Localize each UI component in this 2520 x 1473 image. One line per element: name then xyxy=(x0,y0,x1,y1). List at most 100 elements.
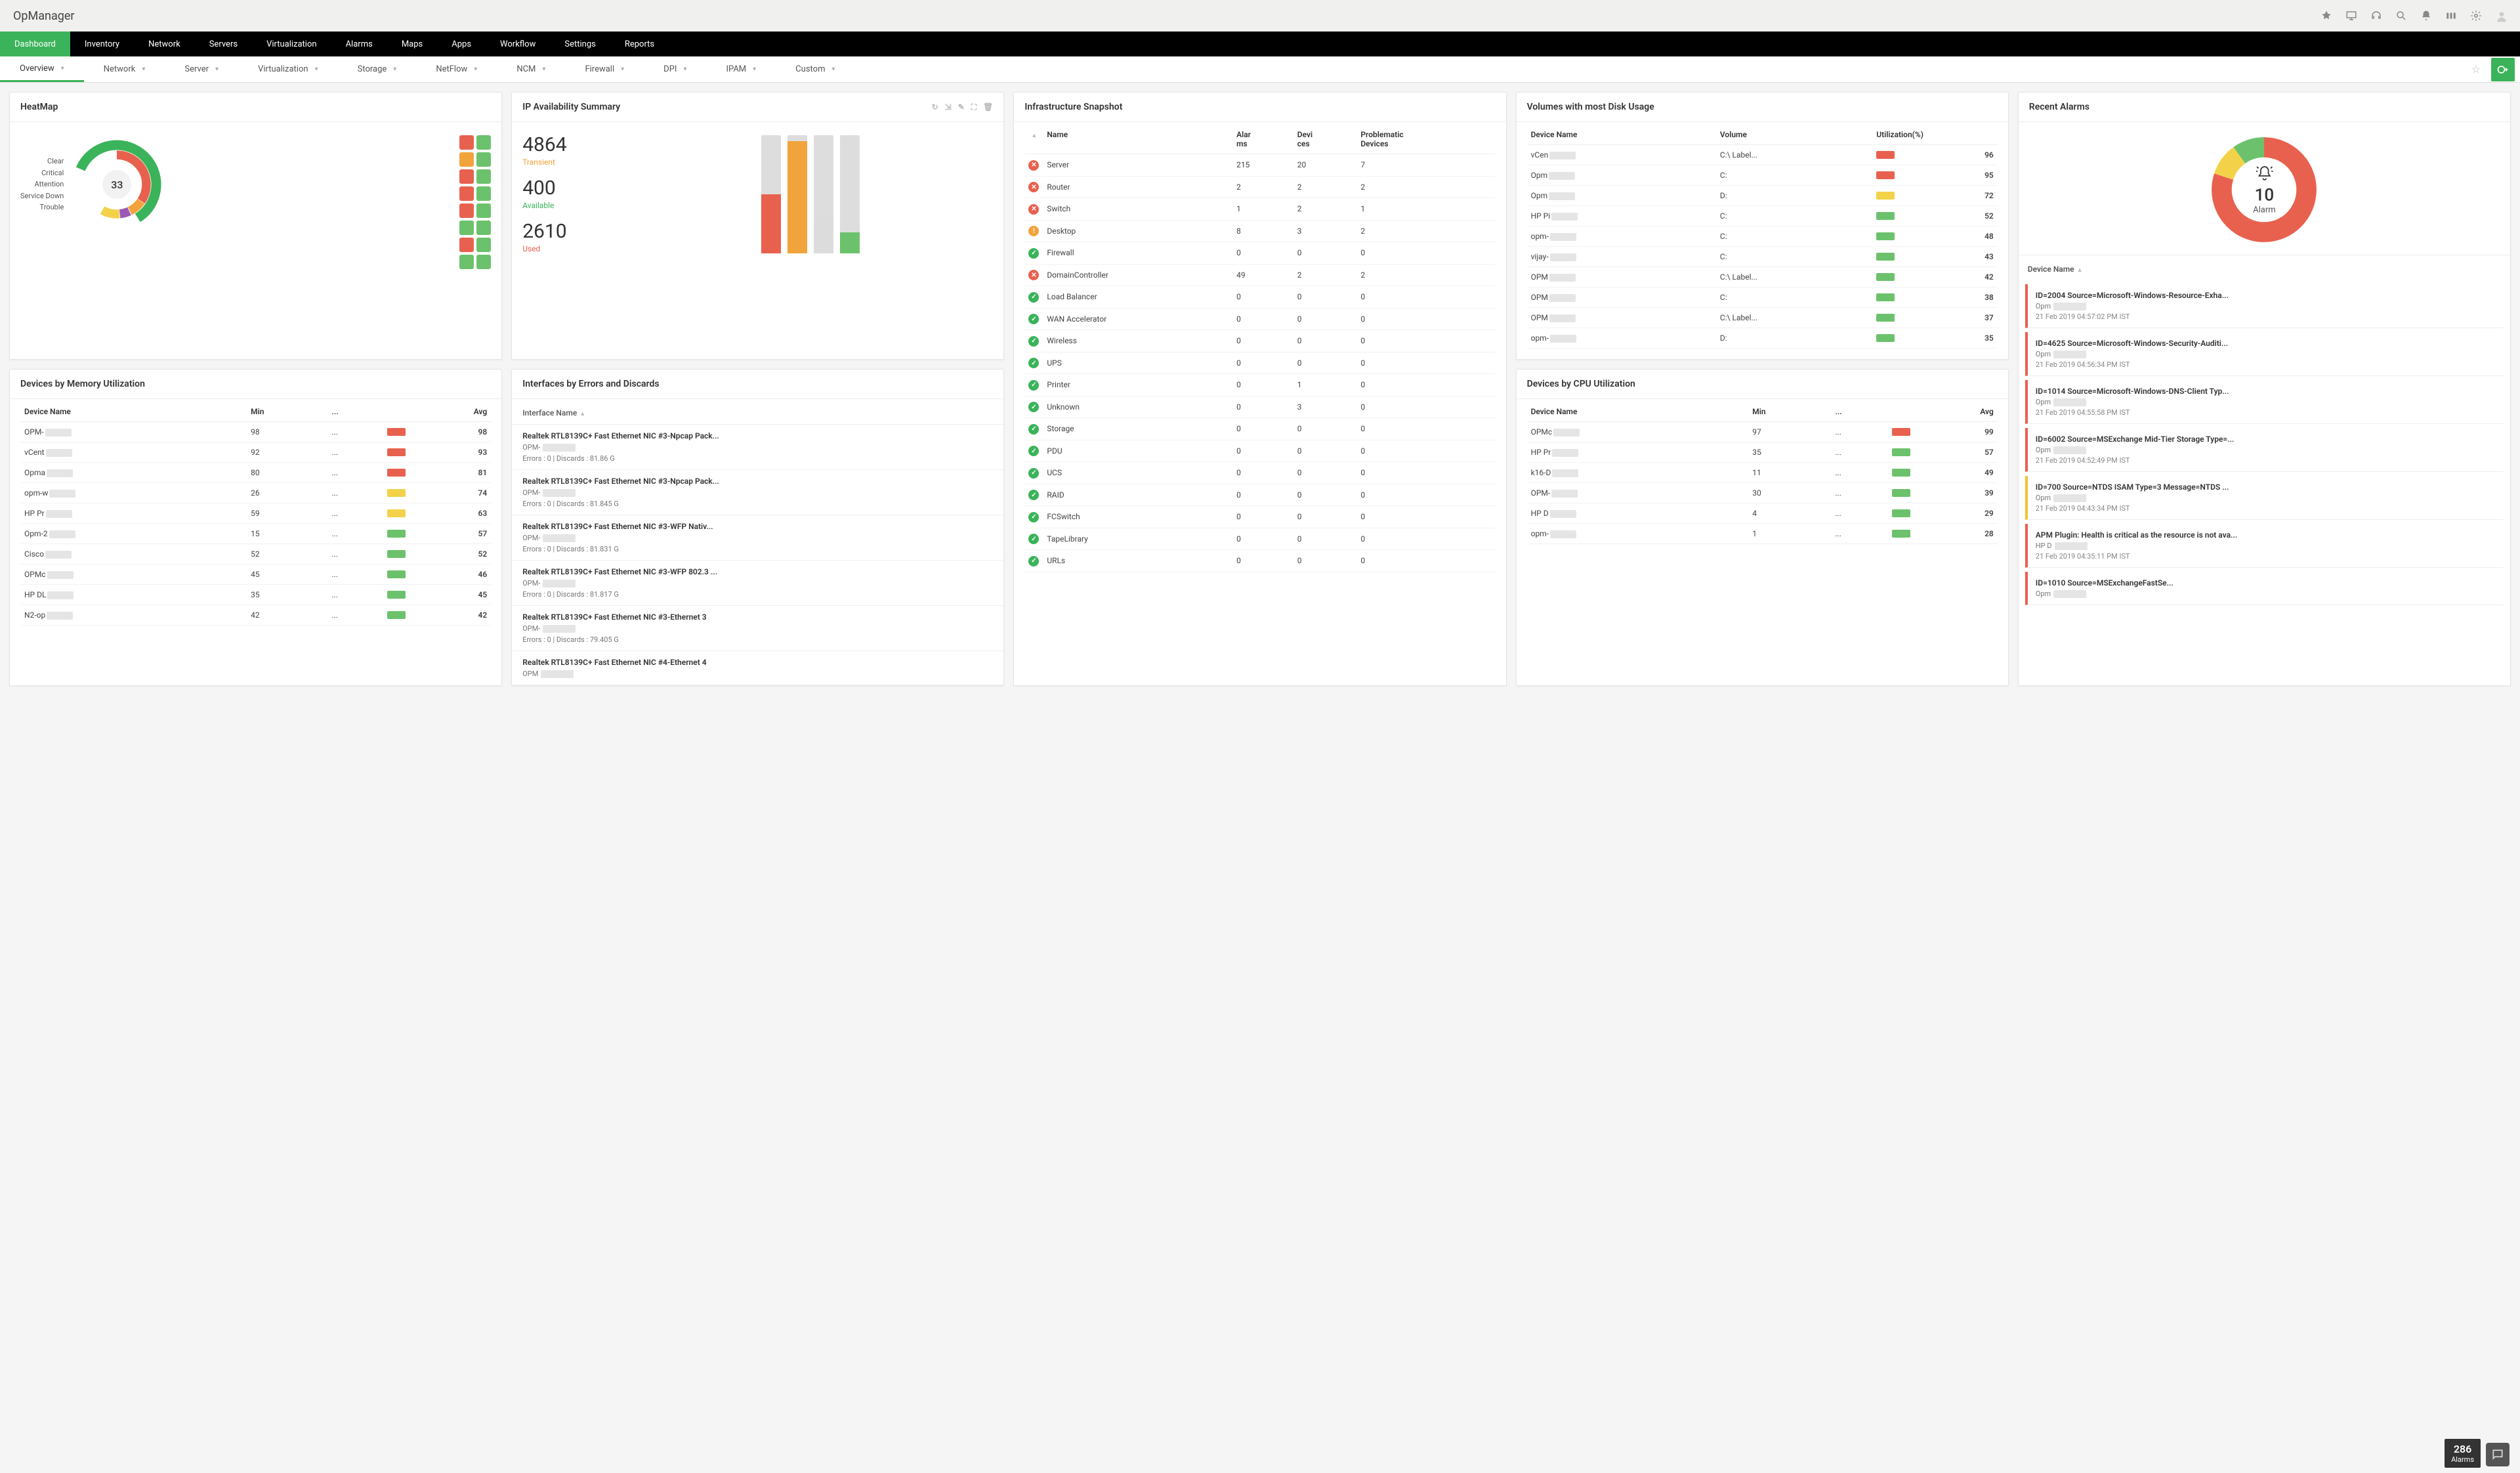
heatmap-tile[interactable] xyxy=(459,152,474,167)
table-row[interactable]: N2-op42...42 xyxy=(20,605,491,626)
interface-row[interactable]: Realtek RTL8139C+ Fast Ethernet NIC #3-N… xyxy=(512,470,1003,515)
interface-row[interactable]: Realtek RTL8139C+ Fast Ethernet NIC #3-W… xyxy=(512,561,1003,606)
table-row[interactable]: opm-1...28 xyxy=(1527,524,1998,544)
alarm-row[interactable]: ID=6002 Source=MSExchange Mid-Tier Stora… xyxy=(2025,428,2504,472)
table-row[interactable]: OPMc97...99 xyxy=(1527,422,1998,442)
subnav-server[interactable]: Server▾ xyxy=(165,56,238,82)
heatmap-tile[interactable] xyxy=(459,255,474,269)
subnav-virtualization[interactable]: Virtualization▾ xyxy=(238,56,338,82)
nav-apps[interactable]: Apps xyxy=(437,32,486,56)
table-row[interactable]: ✓UPS000 xyxy=(1024,352,1495,374)
table-row[interactable]: ✓Printer010 xyxy=(1024,374,1495,396)
table-row[interactable]: ✓Unknown030 xyxy=(1024,396,1495,418)
table-row[interactable]: opm-D:35 xyxy=(1527,328,1998,349)
table-row[interactable]: ✓TapeLibrary000 xyxy=(1024,528,1495,550)
table-row[interactable]: OPMc45...46 xyxy=(20,565,491,585)
subnav-storage[interactable]: Storage▾ xyxy=(338,56,417,82)
table-row[interactable]: HP Pr35...57 xyxy=(1527,442,1998,463)
table-row[interactable]: Opma80...81 xyxy=(20,463,491,483)
alarm-row[interactable]: ID=1014 Source=Microsoft-Windows-DNS-Cli… xyxy=(2025,380,2504,424)
subnav-firewall[interactable]: Firewall▾ xyxy=(565,56,644,82)
table-row[interactable]: Cisco52...52 xyxy=(20,544,491,565)
nav-maps[interactable]: Maps xyxy=(387,32,437,56)
chat-icon[interactable] xyxy=(2486,1443,2510,1466)
table-row[interactable]: OpmD:72 xyxy=(1527,186,1998,206)
alarm-row[interactable]: ID=700 Source=NTDS ISAM Type=3 Message=N… xyxy=(2025,476,2504,520)
table-row[interactable]: OpmC:95 xyxy=(1527,165,1998,186)
nav-servers[interactable]: Servers xyxy=(195,32,252,56)
table-row[interactable]: OPMC:\ Label...42 xyxy=(1527,267,1998,288)
table-row[interactable]: ✓RAID000 xyxy=(1024,484,1495,506)
bell-icon[interactable] xyxy=(2420,10,2432,22)
subnav-custom[interactable]: Custom▾ xyxy=(776,56,854,82)
nav-workflow[interactable]: Workflow xyxy=(486,32,550,56)
table-row[interactable]: ✓Storage000 xyxy=(1024,418,1495,440)
nav-inventory[interactable]: Inventory xyxy=(70,32,134,56)
table-row[interactable]: ✓UCS000 xyxy=(1024,462,1495,484)
close-icon[interactable]: 🗑 xyxy=(983,102,993,112)
subnav-dpi[interactable]: DPI▾ xyxy=(644,56,706,82)
table-row[interactable]: ✓URLs000 xyxy=(1024,550,1495,572)
table-row[interactable]: HP D4...29 xyxy=(1527,503,1998,524)
heatmap-tile[interactable] xyxy=(476,238,491,252)
subnav-overview[interactable]: Overview▾ xyxy=(0,56,84,82)
interface-row[interactable]: Realtek RTL8139C+ Fast Ethernet NIC #3-E… xyxy=(512,606,1003,651)
heatmap-tile[interactable] xyxy=(476,255,491,269)
table-row[interactable]: ✕Router222 xyxy=(1024,176,1495,198)
table-row[interactable]: HP DL35...45 xyxy=(20,585,491,605)
ip-bar-chart[interactable] xyxy=(761,135,994,253)
rocket-icon[interactable] xyxy=(2320,10,2332,22)
heatmap-tile[interactable] xyxy=(459,135,474,150)
heatmap-tile[interactable] xyxy=(476,186,491,201)
table-row[interactable]: ✓Load Balancer000 xyxy=(1024,286,1495,309)
favorite-icon[interactable]: ☆ xyxy=(2466,58,2486,81)
nav-settings[interactable]: Settings xyxy=(550,32,610,56)
table-row[interactable]: OPMC:\ Label...37 xyxy=(1527,308,1998,328)
heatmap-gauge[interactable]: 33 xyxy=(68,135,166,234)
table-row[interactable]: OPM-30...39 xyxy=(1527,483,1998,503)
heatmap-tile[interactable] xyxy=(476,152,491,167)
table-row[interactable]: vijay-C:43 xyxy=(1527,247,1998,267)
table-row[interactable]: vCenC:\ Label...96 xyxy=(1527,145,1998,165)
refresh-icon[interactable]: ↻ xyxy=(932,102,938,112)
heatmap-tile[interactable] xyxy=(459,221,474,235)
subnav-netflow[interactable]: NetFlow▾ xyxy=(416,56,497,82)
nav-virtualization[interactable]: Virtualization xyxy=(252,32,331,56)
interface-row[interactable]: Realtek RTL8139C+ Fast Ethernet NIC #4-E… xyxy=(512,651,1003,685)
search-icon[interactable] xyxy=(2395,10,2407,22)
heatmap-tile[interactable] xyxy=(476,135,491,150)
apps-icon[interactable] xyxy=(2445,10,2457,22)
table-row[interactable]: OPMC:38 xyxy=(1527,288,1998,308)
table-row[interactable]: Opm-215...57 xyxy=(20,524,491,544)
alarm-row[interactable]: APM Plugin: Health is critical as the re… xyxy=(2025,524,2504,568)
table-row[interactable]: k16-D11...49 xyxy=(1527,463,1998,483)
alarm-row[interactable]: ID=2004 Source=Microsoft-Windows-Resourc… xyxy=(2025,284,2504,328)
table-row[interactable]: ✕DomainController4922 xyxy=(1024,264,1495,286)
table-row[interactable]: ✕Switch121 xyxy=(1024,198,1495,221)
headset-icon[interactable] xyxy=(2370,10,2382,22)
alarm-row[interactable]: ID=1010 Source=MSExchangeFastSe...Opm xyxy=(2025,572,2504,605)
heatmap-tile[interactable] xyxy=(476,221,491,235)
subnav-network[interactable]: Network▾ xyxy=(84,56,165,82)
alarms-donut[interactable]: 10 Alarm xyxy=(2208,134,2320,245)
heatmap-tile[interactable] xyxy=(459,203,474,218)
table-row[interactable]: opm-w26...74 xyxy=(20,483,491,503)
alarm-counter-badge[interactable]: 286 Alarms xyxy=(2445,1439,2481,1468)
nav-dashboard[interactable]: Dashboard xyxy=(0,32,70,56)
table-row[interactable]: ✕Server215207 xyxy=(1024,154,1495,177)
table-row[interactable]: opm-C:48 xyxy=(1527,226,1998,247)
alarm-row[interactable]: ID=4625 Source=Microsoft-Windows-Securit… xyxy=(2025,332,2504,376)
table-row[interactable]: OPM-98...98 xyxy=(20,422,491,442)
export-icon[interactable]: ⇲ xyxy=(945,102,952,112)
expand-icon[interactable]: ⛶ xyxy=(971,102,976,112)
heatmap-tile[interactable] xyxy=(476,169,491,184)
heatmap-tile[interactable] xyxy=(459,169,474,184)
heatmap-tile[interactable] xyxy=(476,203,491,218)
subnav-ncm[interactable]: NCM▾ xyxy=(497,56,565,82)
presentation-icon[interactable] xyxy=(2345,10,2357,22)
table-row[interactable]: HP Pr59...63 xyxy=(20,503,491,524)
subnav-ipam[interactable]: IPAM▾ xyxy=(706,56,776,82)
table-row[interactable]: ✓Wireless000 xyxy=(1024,330,1495,352)
interface-row[interactable]: Realtek RTL8139C+ Fast Ethernet NIC #3-N… xyxy=(512,425,1003,470)
nav-alarms[interactable]: Alarms xyxy=(331,32,387,56)
